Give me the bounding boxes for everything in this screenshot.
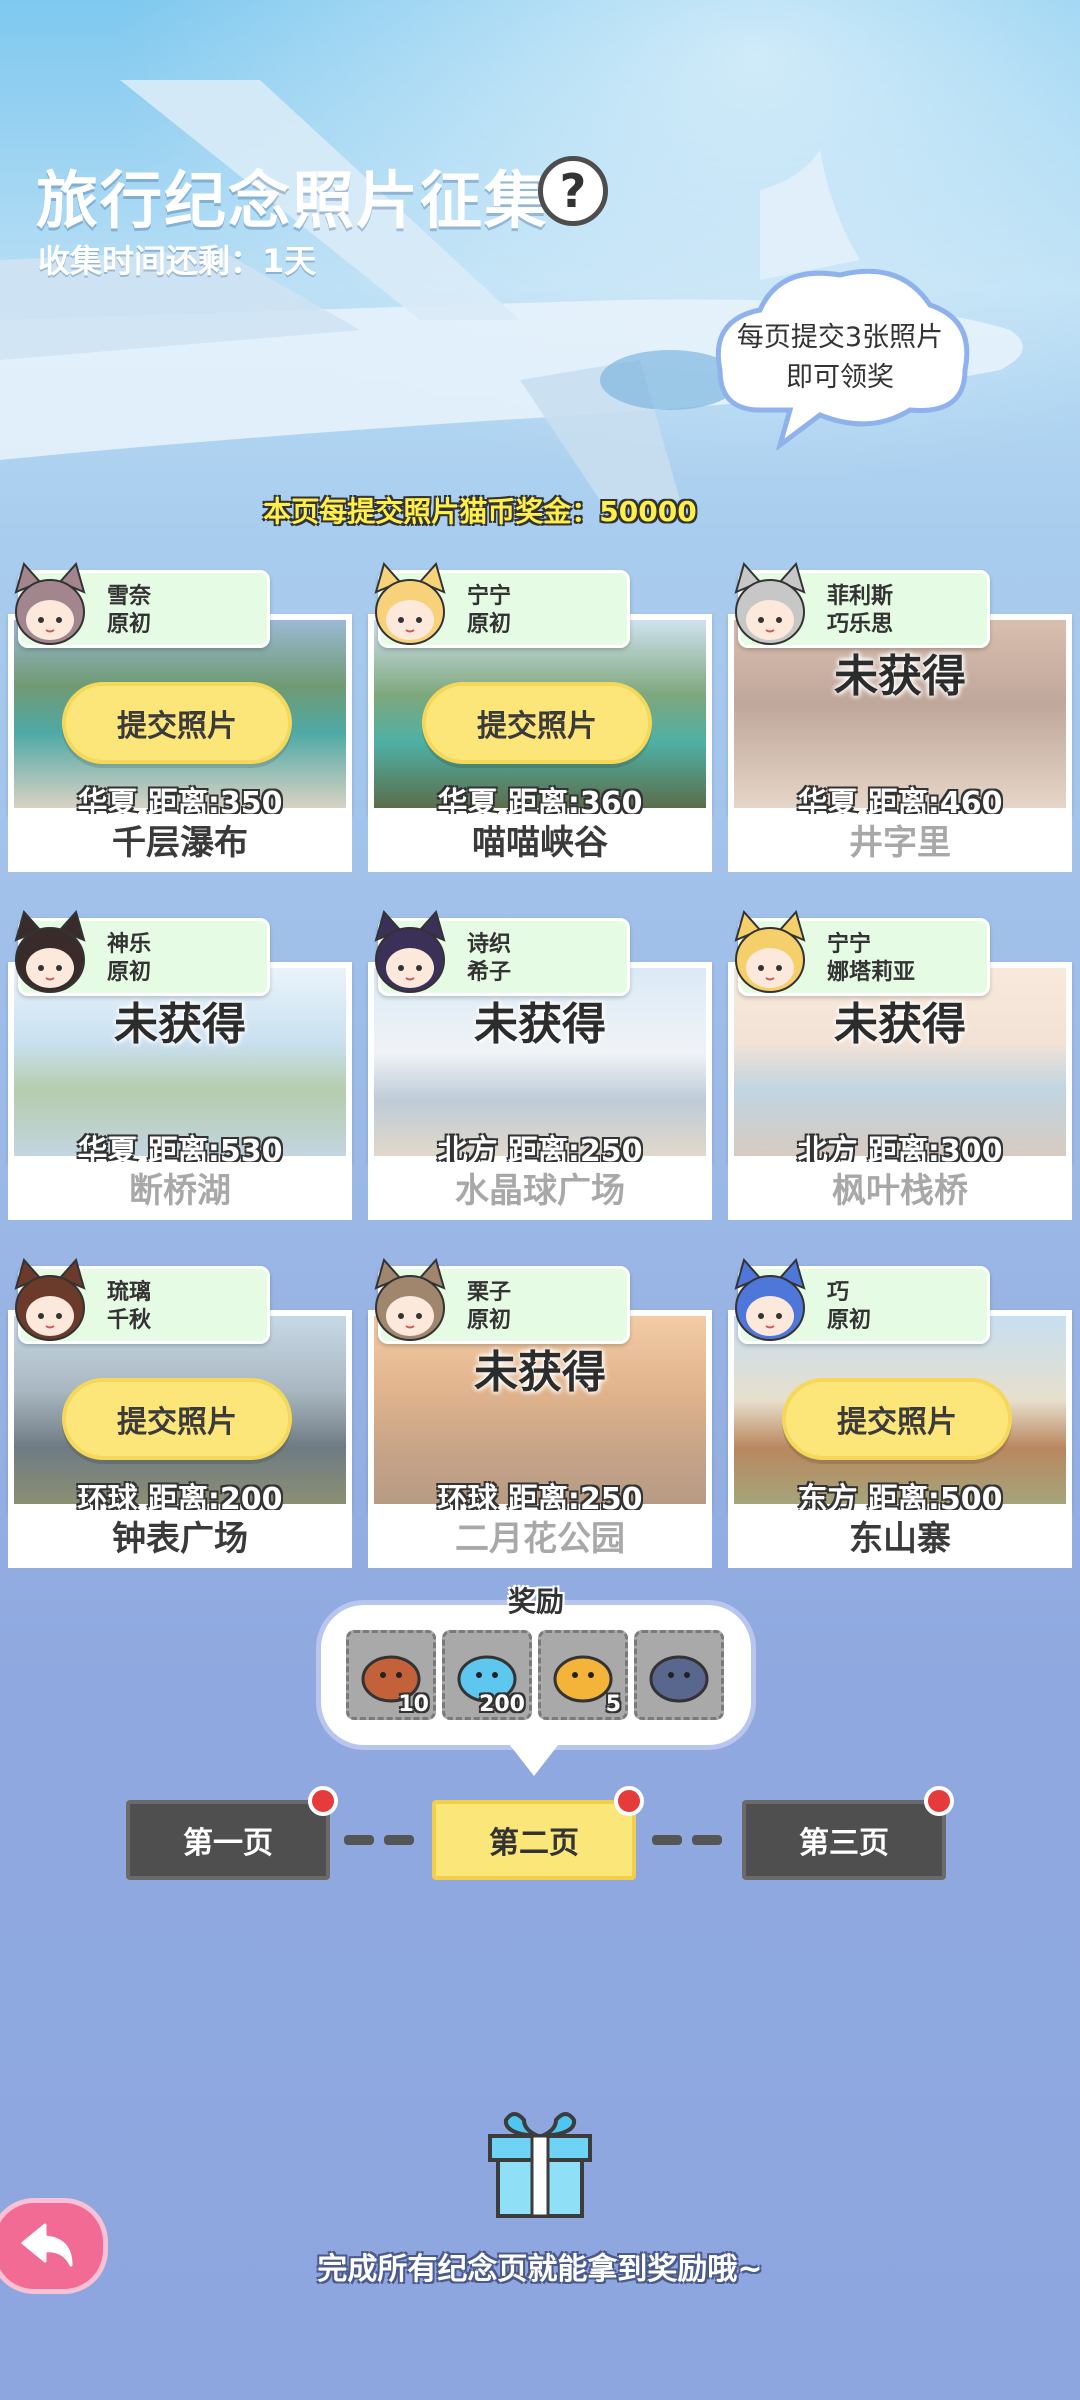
place-name: 钟表广场 [8,1510,352,1568]
character-avatar-icon [14,562,86,645]
reward-count: 10 [398,1692,429,1717]
character-names: 神乐 原初 [107,931,151,987]
character-name: 琉璃 [107,1280,152,1305]
help-button[interactable]: ? [538,156,608,226]
character-name: 巧 [827,1280,850,1305]
place-name: 喵喵峡谷 [368,814,712,872]
character-names: 宁宁 原初 [467,583,511,639]
photo-card: 提交照片 环球 距离:200 钟表广场 琉璃 千秋 [8,1258,352,1574]
character-name: 雪奈 [107,584,152,609]
character-name: 宁宁 [827,932,872,957]
page-connector [384,1835,414,1845]
notification-dot [308,1786,338,1816]
page-title: 旅行纪念照片征集 [36,164,549,237]
photo-card: 提交照片 华夏 距离:350 千层瀑布 雪奈 原初 [8,562,352,878]
reward-count: 200 [479,1692,525,1717]
place-name: 千层瀑布 [8,814,352,872]
gift-box-icon [488,2112,592,2218]
reward-panel-pointer [506,1740,562,1776]
place-name: 水晶球广场 [368,1162,712,1220]
notification-dot [924,1786,954,1816]
character-names: 菲利斯 巧乐思 [827,583,893,639]
cat-plush-icon [649,1655,709,1703]
character-name: 原初 [467,1308,512,1333]
character-name: 原初 [827,1308,872,1333]
character-names: 宁宁 娜塔莉亚 [827,931,915,987]
character-avatar-icon [374,1258,446,1341]
character-names: 诗织 希子 [467,931,511,987]
page-connector [652,1835,682,1845]
reward-title: 奖励 [507,1585,564,1618]
page-tab-2[interactable]: 第二页 [432,1800,636,1880]
place-name: 井字里 [728,814,1072,872]
photo-card: 提交照片 东方 距离:500 东山寨巧原初 [728,1258,1072,1574]
tip-line-1: 每页提交3张照片 [736,322,944,353]
character-avatar-icon [374,562,446,645]
submit-photo-button[interactable]: 提交照片 [422,682,652,764]
submit-photo-button[interactable]: 提交照片 [62,682,292,764]
character-name: 原初 [467,612,512,637]
photo-card: 未获得 华夏 距离:460 井字里 菲利斯 巧乐思 [728,562,1072,878]
submit-photo-button[interactable]: 提交照片 [62,1378,292,1460]
character-avatar-icon [14,1258,86,1341]
character-names: 巧原初 [827,1279,871,1335]
character-avatar-icon [374,910,446,993]
character-name: 菲利斯 [827,584,894,609]
submit-photo-button[interactable]: 提交照片 [782,1378,1012,1460]
photo-card: 未获得 北方 距离:250 水晶球广场 诗织 希子 [368,910,712,1226]
back-arrow-icon [21,2223,73,2267]
reward-count: 5 [605,1692,621,1717]
character-name: 诗织 [467,932,512,957]
character-names: 雪奈 原初 [107,583,151,639]
character-name: 宁宁 [467,584,512,609]
notification-dot [614,1786,644,1816]
photo-card: 未获得 环球 距离:250 二月花公园 栗子 原初 [368,1258,712,1574]
back-button[interactable] [0,2198,108,2294]
page-tab-3[interactable]: 第三页 [742,1800,946,1880]
character-avatar-icon [14,910,86,993]
tip-line-2: 即可领奖 [786,362,894,393]
reward-item[interactable] [634,1630,724,1720]
photo-card: 未获得 北方 距离:300 枫叶栈桥 宁宁 娜塔莉亚 [728,910,1072,1226]
reward-item[interactable]: 5 [538,1630,628,1720]
place-name: 东山寨 [728,1510,1072,1568]
character-names: 琉璃 千秋 [107,1279,151,1335]
place-name: 断桥湖 [8,1162,352,1220]
character-name: 千秋 [107,1308,152,1333]
page-connector [692,1835,722,1845]
character-name: 神乐 [107,932,152,957]
footer-hint: 完成所有纪念页就能拿到奖励哦~ [317,2252,763,2287]
character-avatar-icon [734,1258,806,1341]
character-avatar-icon [734,910,806,993]
reward-item[interactable]: 10 [346,1630,436,1720]
character-name: 原初 [107,960,152,985]
place-name: 二月花公园 [368,1510,712,1568]
reward-item[interactable]: 200 [442,1630,532,1720]
bonus-banner: 本页每提交照片猫币奖金：50000 [263,495,697,528]
character-avatar-icon [734,562,806,645]
time-remaining: 收集时间还剩：1天 [38,242,317,280]
character-name: 栗子 [467,1280,512,1305]
photo-card: 未获得 华夏 距离:530 断桥湖 神乐 原初 [8,910,352,1226]
character-name: 巧乐思 [827,612,894,637]
character-name: 希子 [467,960,512,985]
photo-card: 提交照片 华夏 距离:360 喵喵峡谷 宁宁 原初 [368,562,712,878]
character-names: 栗子 原初 [467,1279,511,1335]
page-connector [344,1835,374,1845]
tip-cloud-text: 每页提交3张照片 即可领奖 [720,318,960,398]
place-name: 枫叶栈桥 [728,1162,1072,1220]
page-tab-1[interactable]: 第一页 [126,1800,330,1880]
character-name: 娜塔莉亚 [827,960,916,985]
character-name: 原初 [107,612,152,637]
